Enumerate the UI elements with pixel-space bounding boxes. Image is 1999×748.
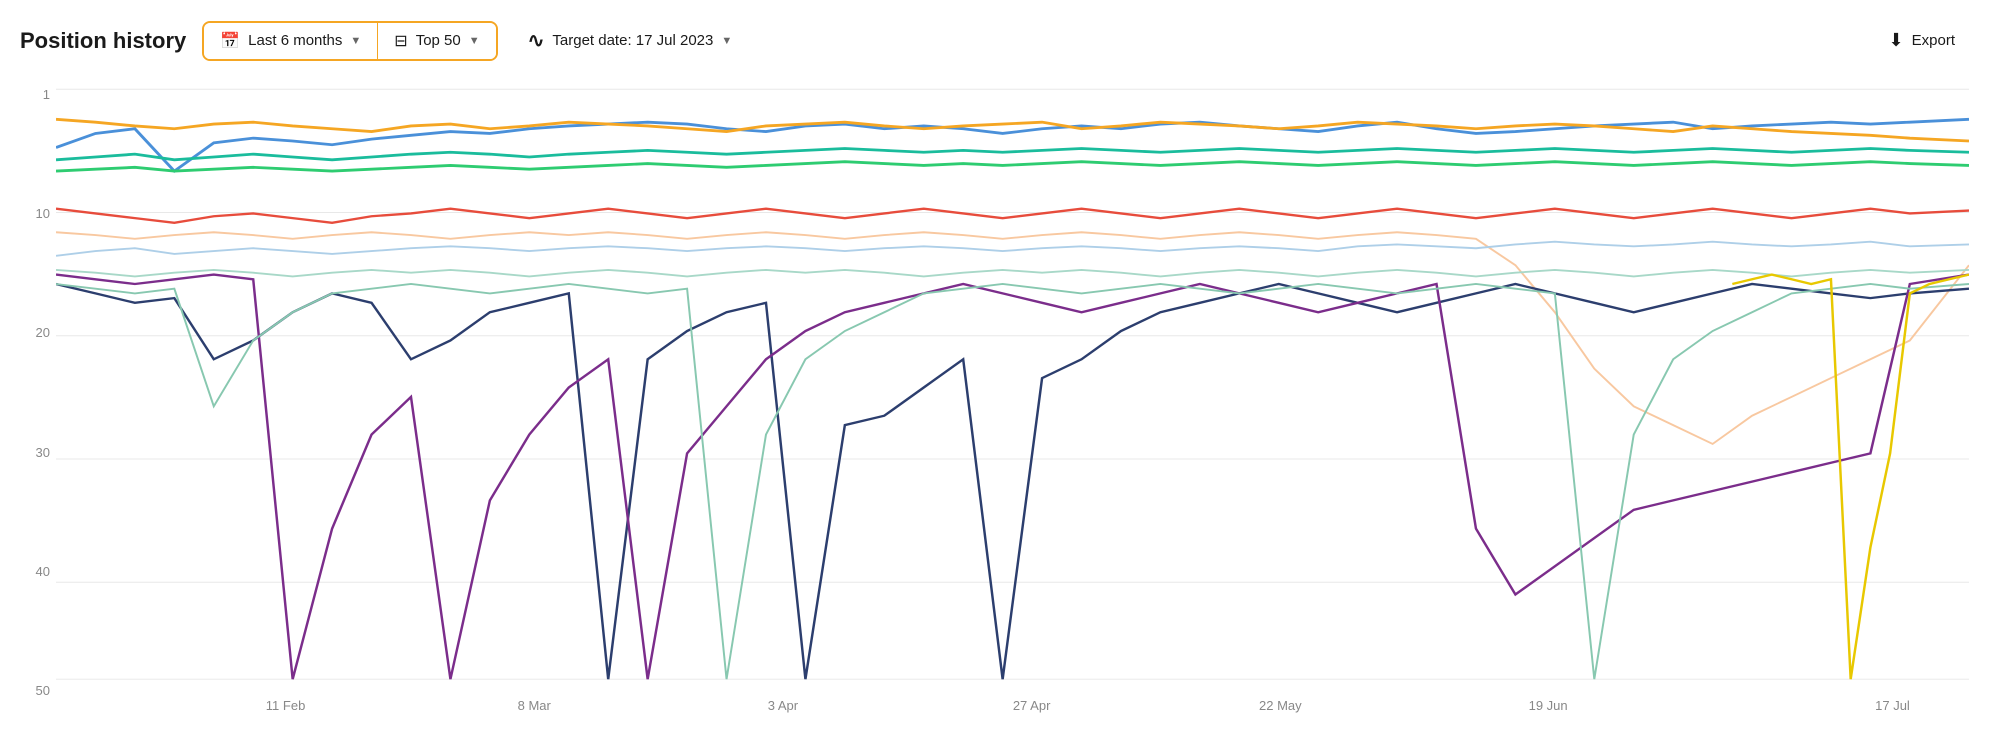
x-label-3apr: 3 Apr — [768, 698, 798, 713]
x-label-17jul: 17 Jul — [1875, 698, 1910, 713]
date-range-chevron: ▼ — [350, 35, 361, 47]
filter-group: 📅 Last 6 months ▼ ⊟ Top 50 ▼ — [202, 21, 497, 61]
table-icon: ⊟ — [394, 31, 407, 51]
chart-title: Position history — [20, 28, 186, 54]
top-label: Top 50 — [416, 32, 461, 49]
trend-icon: ∿ — [528, 28, 545, 53]
x-label-22may: 22 May — [1259, 698, 1302, 713]
export-button[interactable]: ⬇ Export — [1875, 22, 1969, 59]
date-range-filter[interactable]: 📅 Last 6 months ▼ — [204, 23, 378, 59]
x-label-8mar: 8 Mar — [518, 698, 551, 713]
calendar-icon: 📅 — [220, 31, 240, 51]
top-filter[interactable]: ⊟ Top 50 ▼ — [378, 23, 495, 59]
export-icon: ⬇ — [1889, 30, 1904, 51]
chart-inner: 11 Feb 8 Mar 3 Apr 27 Apr 22 May 19 Jun … — [56, 77, 1969, 728]
x-axis: 11 Feb 8 Mar 3 Apr 27 Apr 22 May 19 Jun … — [56, 698, 1969, 728]
chart-area: 1 10 20 30 40 50 — [20, 77, 1969, 728]
y-label-40: 40 — [36, 564, 56, 579]
y-label-50: 50 — [36, 683, 56, 698]
y-label-30: 30 — [36, 445, 56, 460]
export-label: Export — [1912, 32, 1955, 49]
x-label-11feb: 11 Feb — [266, 698, 306, 713]
target-date-filter[interactable]: ∿ Target date: 17 Jul 2023 ▼ — [514, 20, 747, 61]
chart-svg — [56, 77, 1969, 698]
x-label-19jun: 19 Jun — [1529, 698, 1568, 713]
target-chevron: ▼ — [721, 35, 732, 47]
top-chevron: ▼ — [469, 35, 480, 47]
y-label-20: 20 — [36, 325, 56, 340]
y-label-10: 10 — [36, 206, 56, 221]
x-label-27apr: 27 Apr — [1013, 698, 1051, 713]
date-range-label: Last 6 months — [248, 32, 342, 49]
y-label-1: 1 — [43, 87, 56, 102]
y-axis: 1 10 20 30 40 50 — [20, 77, 56, 728]
target-date-label: Target date: 17 Jul 2023 — [552, 32, 713, 49]
